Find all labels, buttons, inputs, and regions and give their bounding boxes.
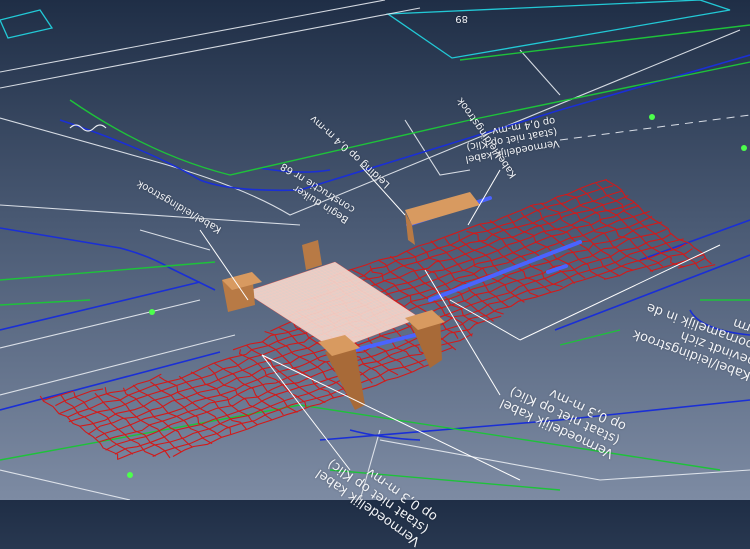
marker bbox=[649, 114, 655, 120]
pit-floor bbox=[245, 262, 420, 350]
excavation-pit-main bbox=[222, 240, 445, 410]
mesh-line bbox=[245, 344, 326, 404]
marker bbox=[741, 145, 747, 151]
pit-wall-back bbox=[302, 240, 322, 270]
marker bbox=[127, 472, 133, 478]
pit-wall bbox=[405, 192, 480, 225]
building-footprint-right bbox=[386, 0, 731, 59]
parcel-lines bbox=[0, 24, 750, 491]
excavation-pit-upper bbox=[405, 192, 480, 245]
marker bbox=[149, 309, 155, 315]
building-outlines bbox=[0, 0, 731, 59]
building-footprint-left bbox=[0, 9, 54, 39]
mesh-line bbox=[60, 394, 134, 455]
gpr-3d-scene bbox=[0, 0, 750, 500]
mesh-line bbox=[228, 357, 298, 413]
road-centreline bbox=[559, 114, 750, 141]
house-number-label: 89 bbox=[455, 13, 468, 24]
